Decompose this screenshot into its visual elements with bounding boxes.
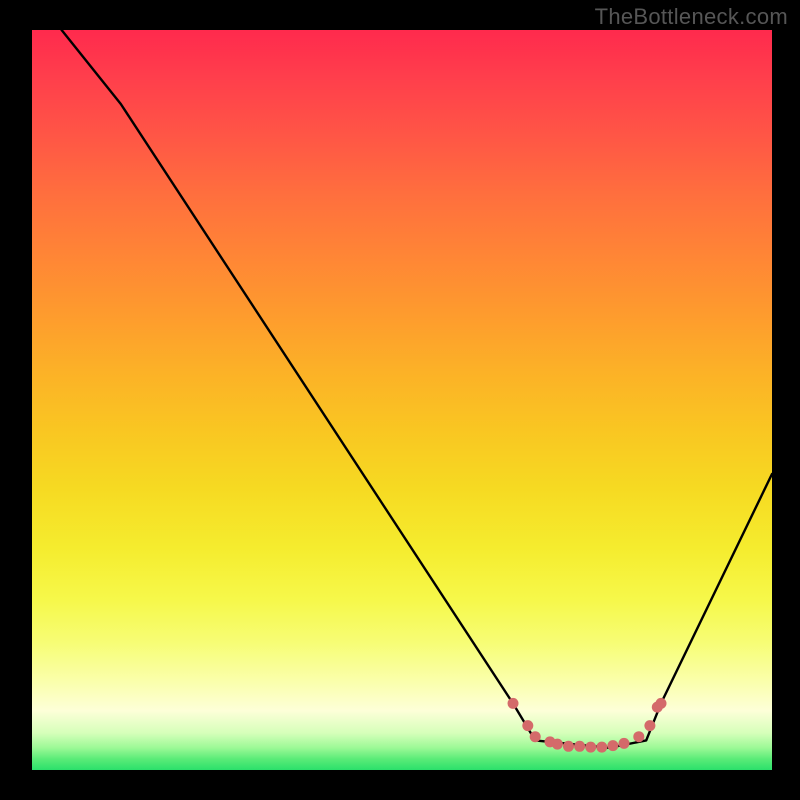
marker-dot — [585, 742, 596, 753]
marker-dot — [644, 720, 655, 731]
marker-dot — [656, 698, 667, 709]
plot-area — [32, 30, 772, 770]
marker-dot — [619, 738, 630, 749]
marker-dot — [508, 698, 519, 709]
marker-dot — [607, 740, 618, 751]
marker-dot — [530, 731, 541, 742]
marker-dot — [596, 742, 607, 753]
marker-dot — [552, 739, 563, 750]
marker-dot — [574, 741, 585, 752]
chart-svg — [32, 30, 772, 770]
marker-dot — [563, 741, 574, 752]
marker-dot — [633, 731, 644, 742]
chart-container: TheBottleneck.com — [0, 0, 800, 800]
marker-dot — [522, 720, 533, 731]
marker-cluster — [508, 698, 667, 753]
curve-line — [62, 30, 772, 748]
watermark-text: TheBottleneck.com — [595, 4, 788, 30]
